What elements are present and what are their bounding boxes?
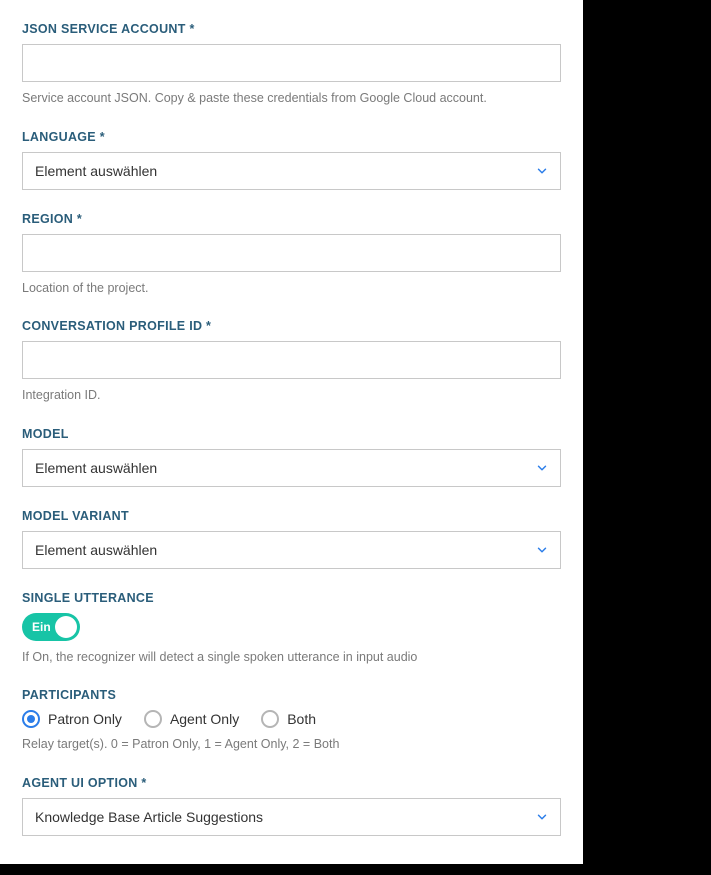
- label-single-utterance: SINGLE UTTERANCE: [22, 591, 561, 605]
- select-language-text: Element auswählen: [35, 163, 157, 179]
- radio-circle-icon: [144, 710, 162, 728]
- field-agent-ui-option: AGENT UI OPTION * Knowledge Base Article…: [22, 776, 561, 836]
- toggle-state-text: Ein: [32, 620, 51, 634]
- select-language[interactable]: Element auswählen: [22, 152, 561, 190]
- toggle-single-utterance[interactable]: Ein: [22, 613, 80, 641]
- radio-row-participants: Patron Only Agent Only Both: [22, 710, 561, 728]
- field-conversation-profile-id: CONVERSATION PROFILE ID * Integration ID…: [22, 319, 561, 405]
- radio-circle-icon: [22, 710, 40, 728]
- select-agent-ui-option-text: Knowledge Base Article Suggestions: [35, 809, 263, 825]
- field-model: MODEL Element auswählen: [22, 427, 561, 487]
- select-model-variant[interactable]: Element auswählen: [22, 531, 561, 569]
- help-json-service-account: Service account JSON. Copy & paste these…: [22, 90, 561, 108]
- select-model-variant-value: Element auswählen: [22, 531, 561, 569]
- field-single-utterance: SINGLE UTTERANCE Ein If On, the recogniz…: [22, 591, 561, 667]
- radio-circle-icon: [261, 710, 279, 728]
- label-language: LANGUAGE *: [22, 130, 561, 144]
- input-json-service-account[interactable]: [22, 44, 561, 82]
- form-panel: JSON SERVICE ACCOUNT * Service account J…: [0, 0, 583, 864]
- radio-label-agent: Agent Only: [170, 711, 239, 727]
- select-model-variant-text: Element auswählen: [35, 542, 157, 558]
- select-agent-ui-option[interactable]: Knowledge Base Article Suggestions: [22, 798, 561, 836]
- select-model-value: Element auswählen: [22, 449, 561, 487]
- help-single-utterance: If On, the recognizer will detect a sing…: [22, 649, 561, 667]
- field-json-service-account: JSON SERVICE ACCOUNT * Service account J…: [22, 22, 561, 108]
- label-conversation-profile-id: CONVERSATION PROFILE ID *: [22, 319, 561, 333]
- label-region: REGION *: [22, 212, 561, 226]
- radio-dot-icon: [27, 715, 35, 723]
- select-agent-ui-option-value: Knowledge Base Article Suggestions: [22, 798, 561, 836]
- field-model-variant: MODEL VARIANT Element auswählen: [22, 509, 561, 569]
- help-conversation-profile-id: Integration ID.: [22, 387, 561, 405]
- label-model-variant: MODEL VARIANT: [22, 509, 561, 523]
- label-json-service-account: JSON SERVICE ACCOUNT *: [22, 22, 561, 36]
- label-participants: PARTICIPANTS: [22, 688, 561, 702]
- radio-patron-only[interactable]: Patron Only: [22, 710, 122, 728]
- field-region: REGION * Location of the project.: [22, 212, 561, 298]
- field-participants: PARTICIPANTS Patron Only Agent Only Both…: [22, 688, 561, 754]
- label-agent-ui-option: AGENT UI OPTION *: [22, 776, 561, 790]
- radio-label-both: Both: [287, 711, 316, 727]
- radio-agent-only[interactable]: Agent Only: [144, 710, 239, 728]
- help-participants: Relay target(s). 0 = Patron Only, 1 = Ag…: [22, 736, 561, 754]
- input-region[interactable]: [22, 234, 561, 272]
- select-model[interactable]: Element auswählen: [22, 449, 561, 487]
- select-model-text: Element auswählen: [35, 460, 157, 476]
- radio-label-patron: Patron Only: [48, 711, 122, 727]
- input-conversation-profile-id[interactable]: [22, 341, 561, 379]
- radio-both[interactable]: Both: [261, 710, 316, 728]
- field-language: LANGUAGE * Element auswählen: [22, 130, 561, 190]
- select-language-value: Element auswählen: [22, 152, 561, 190]
- label-model: MODEL: [22, 427, 561, 441]
- toggle-knob: [55, 616, 77, 638]
- help-region: Location of the project.: [22, 280, 561, 298]
